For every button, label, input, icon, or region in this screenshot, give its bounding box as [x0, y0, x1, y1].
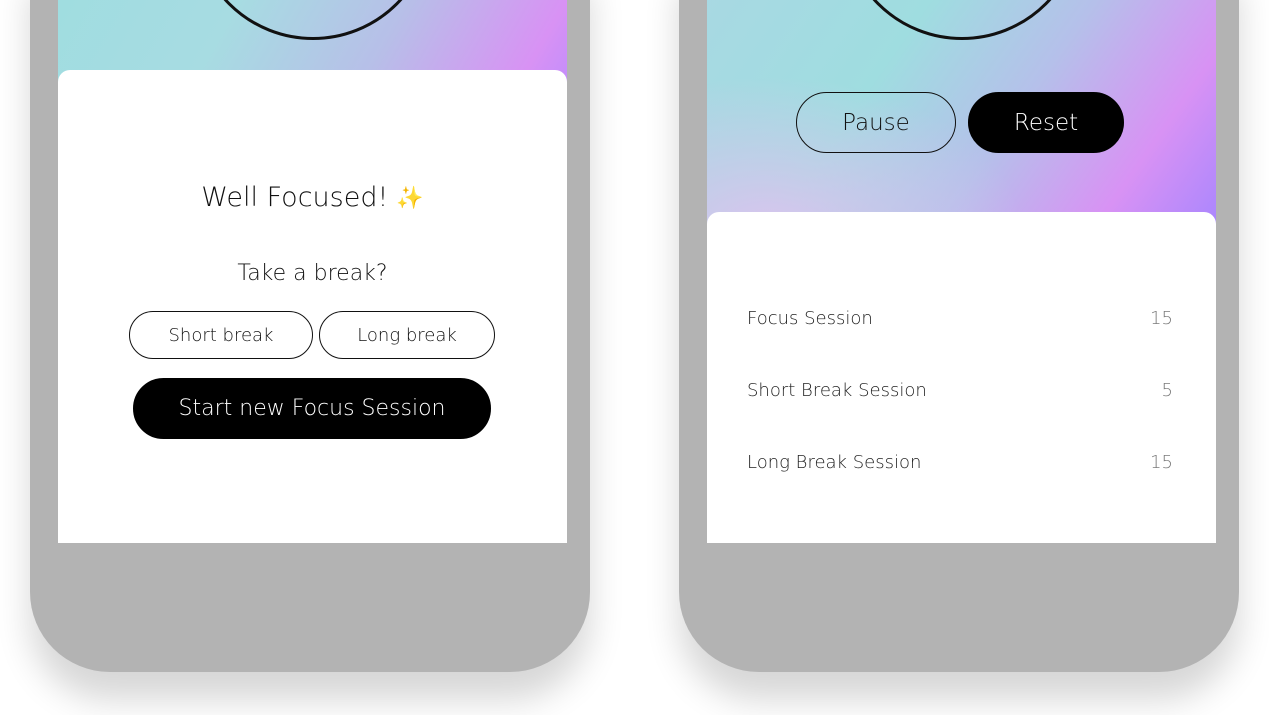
- stage: Well Focused! ✨ Take a break? Short break…: [0, 0, 1269, 715]
- start-focus-session-button[interactable]: Start new Focus Session: [133, 378, 491, 439]
- left-screen: Well Focused! ✨ Take a break? Short break…: [58, 0, 567, 543]
- session-duration[interactable]: 5: [1162, 380, 1173, 401]
- session-name: Focus Session: [747, 307, 873, 329]
- phone-left: Well Focused! ✨ Take a break? Short break…: [30, 0, 590, 672]
- reset-button[interactable]: Reset: [968, 92, 1124, 153]
- break-prompt: Take a break?: [237, 261, 388, 286]
- completion-title: Well Focused! ✨: [58, 182, 567, 213]
- session-setting-row[interactable]: Focus Session 15: [747, 305, 1173, 331]
- completion-title-text: Well Focused!: [201, 182, 389, 213]
- short-break-button[interactable]: Short break: [129, 311, 313, 359]
- session-name: Short Break Session: [747, 379, 927, 401]
- sparkles-icon: ✨: [396, 186, 424, 211]
- timer-ring: [192, 0, 433, 40]
- right-screen: Pause Reset Focus Session 15 Short Break…: [707, 0, 1216, 543]
- session-setting-row[interactable]: Long Break Session 15: [747, 449, 1173, 475]
- long-break-button[interactable]: Long break: [319, 311, 495, 359]
- phone-right: Pause Reset Focus Session 15 Short Break…: [679, 0, 1239, 672]
- session-duration[interactable]: 15: [1150, 308, 1173, 329]
- session-name: Long Break Session: [747, 451, 922, 473]
- completion-card: [58, 70, 567, 543]
- session-duration[interactable]: 15: [1150, 452, 1173, 473]
- timer-ring: [841, 0, 1082, 40]
- pause-button[interactable]: Pause: [796, 92, 956, 153]
- session-setting-row[interactable]: Short Break Session 5: [747, 377, 1173, 403]
